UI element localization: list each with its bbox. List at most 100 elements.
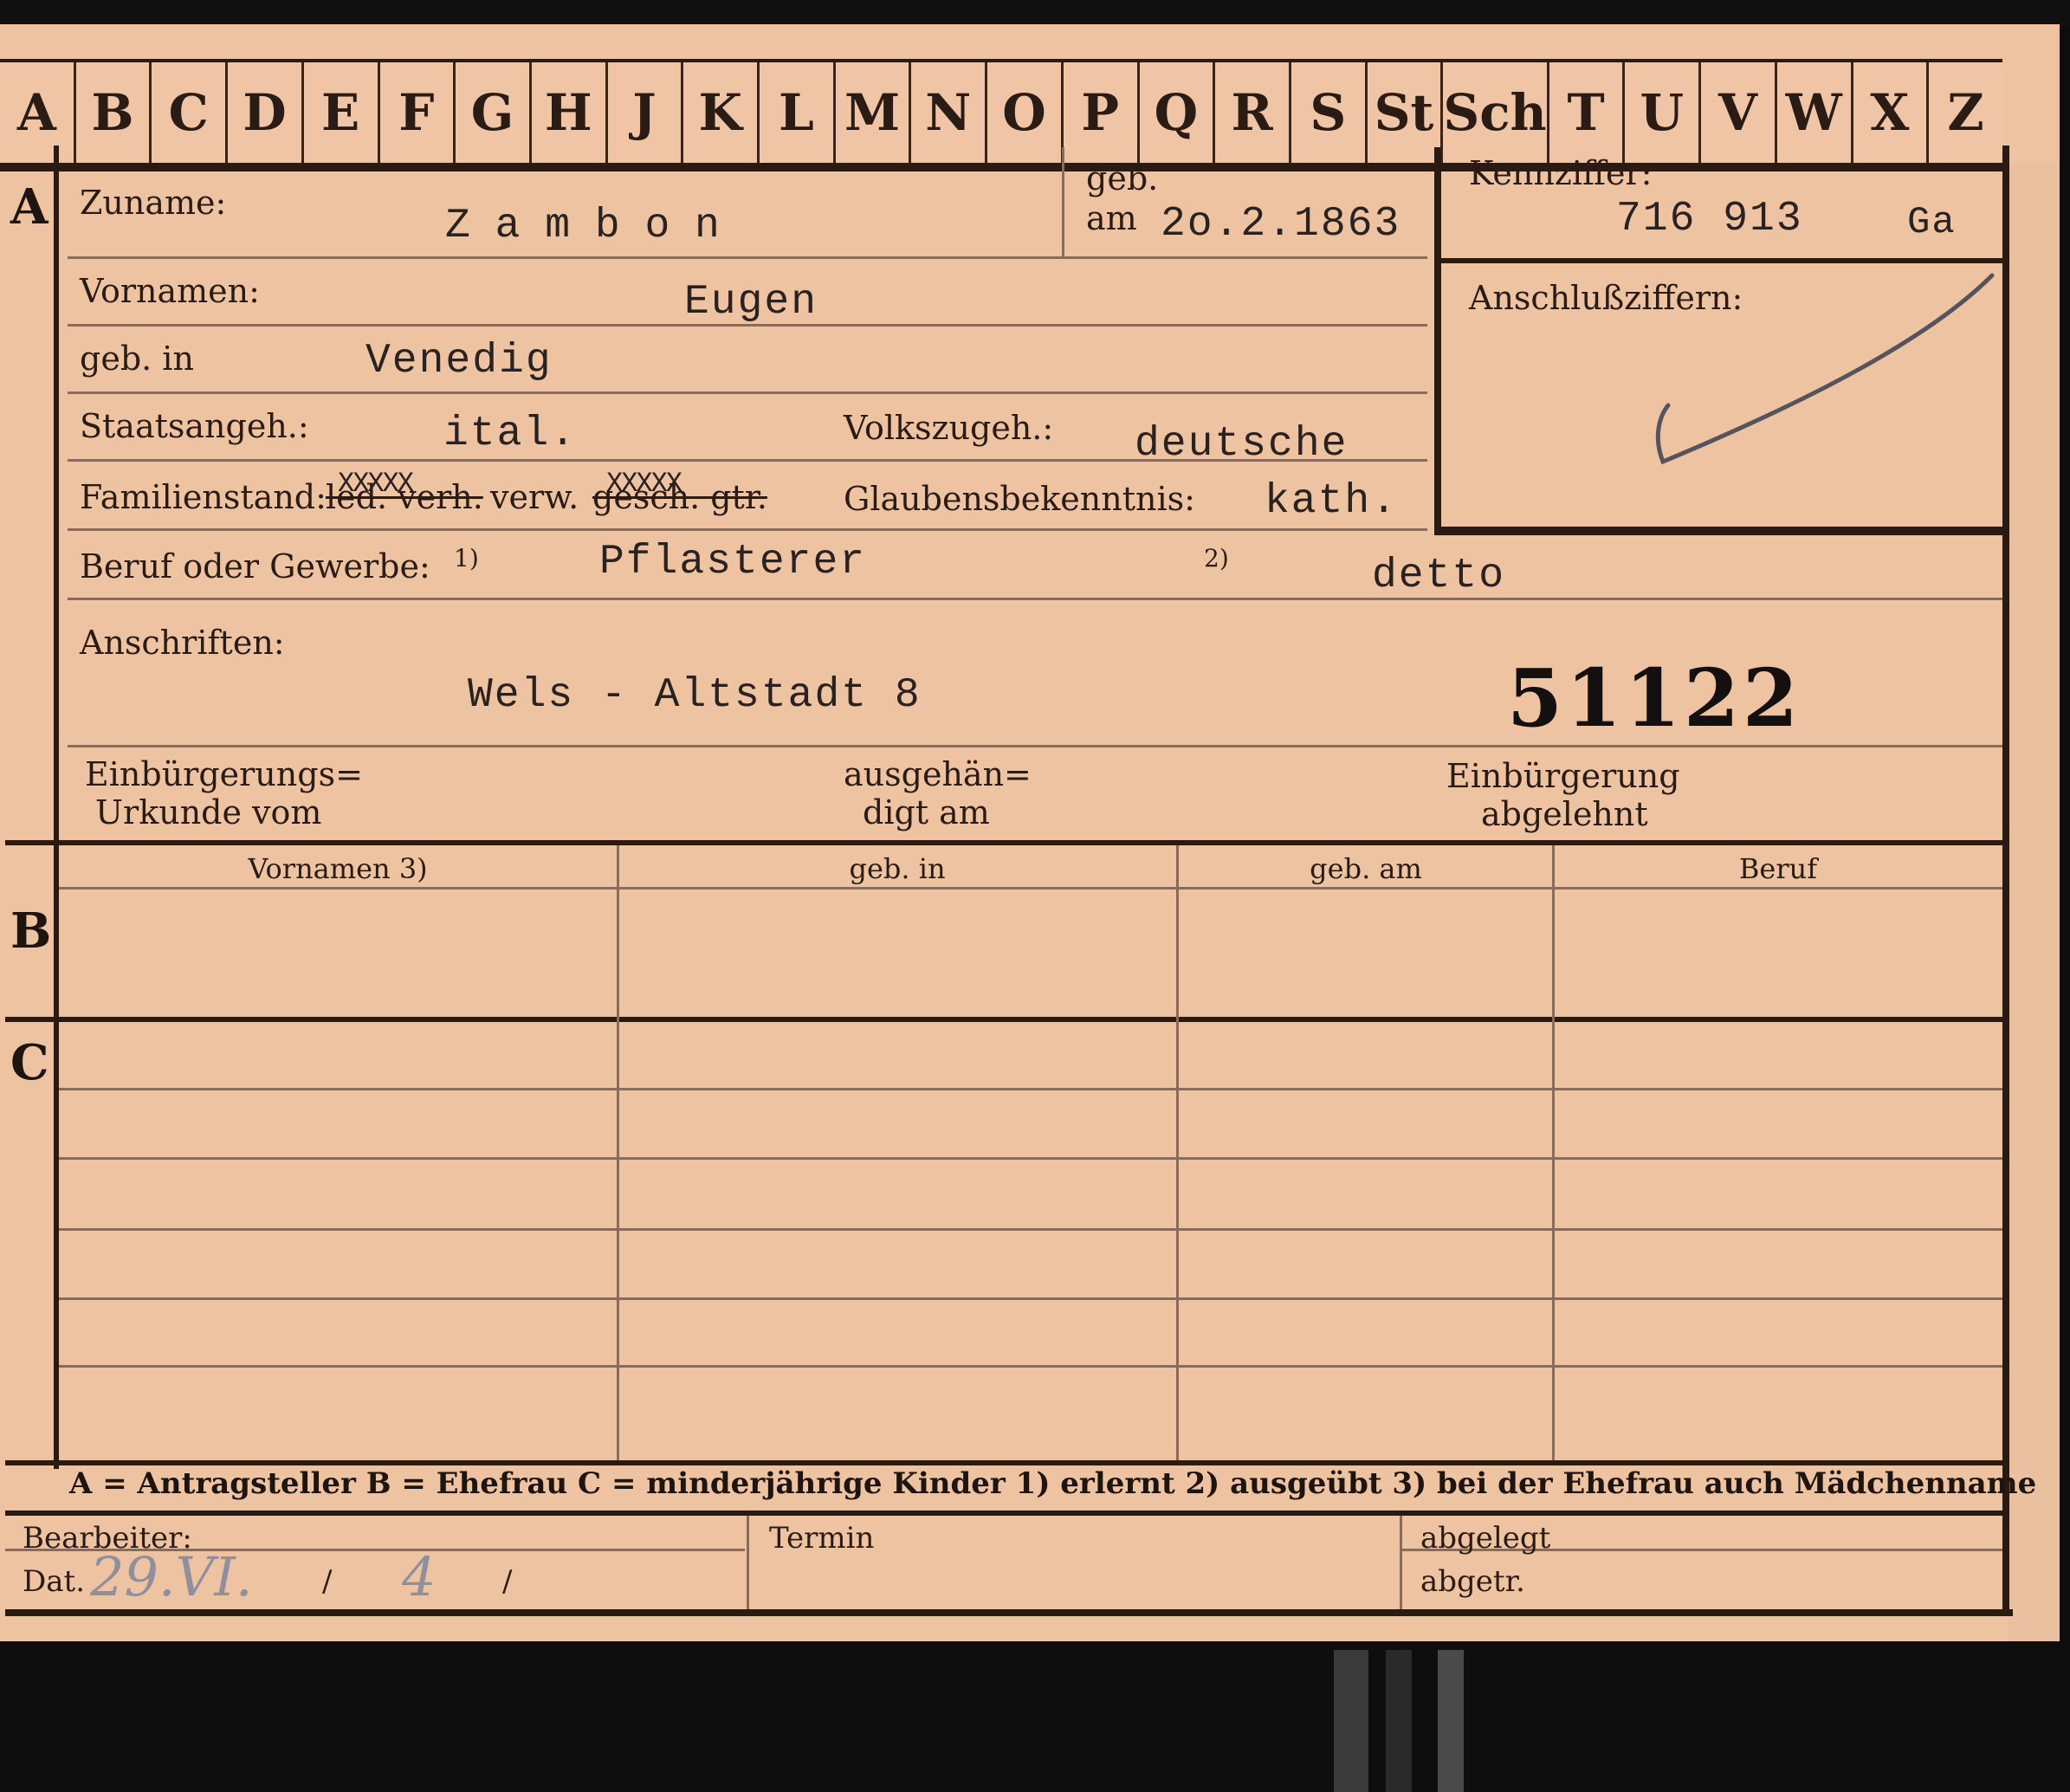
kennziffer-label: Kennziffer: (1469, 154, 1653, 192)
kennziffer-value: 716 913 (1616, 196, 1803, 243)
footer-divider-2 (1400, 1516, 1402, 1609)
index-tab: G (456, 62, 532, 163)
kennziffer-box-divider (1434, 258, 2002, 263)
frame-bottom-line (5, 1609, 2013, 1616)
anschriften-value: Wels - Altstadt 8 (468, 672, 922, 719)
section-c-row-line-3 (59, 1228, 2002, 1231)
column-header-geb-am: geb. am (1310, 852, 1422, 885)
staatsangeh-label: Staatsangeh.: (80, 407, 309, 445)
index-tab: B (76, 62, 152, 163)
glaubens-label: Glaubensbekenntnis: (844, 480, 1195, 518)
index-tab: Sch (1443, 62, 1549, 163)
date-slash-1: / (322, 1564, 333, 1599)
kennziffer-box-left (1434, 147, 1441, 534)
index-tab: A (0, 62, 76, 163)
abgetr-label: abgetr. (1420, 1564, 1525, 1599)
scan-background-bottom (0, 1641, 2070, 1792)
footer-divider-1 (747, 1516, 749, 1609)
ausgehaendigt-line1: ausgehän= (844, 755, 1032, 793)
index-tab: J (608, 62, 684, 163)
einbuergerung-urkunde-line1: Einbürgerungs= (85, 755, 363, 793)
scan-artifact-bar-1 (1334, 1650, 1368, 1792)
anschriften-label: Anschriften: (80, 624, 285, 662)
column-header-vornamen: Vornamen 3) (248, 852, 428, 885)
index-tab: Q (1140, 62, 1216, 163)
geb-divider (1062, 147, 1064, 258)
section-c-top-line (5, 1017, 2008, 1022)
section-b-header-line (59, 887, 2002, 890)
einbuergerung-abgelehnt-line1: Einbürgerung (1446, 757, 1680, 795)
vornamen-value: Eugen (684, 279, 818, 326)
glaubens-value: kath. (1265, 478, 1399, 525)
section-c-row-line-2 (59, 1157, 2002, 1160)
beruf2-value: detto (1372, 553, 1506, 599)
column-header-geb-in: geb. in (849, 852, 946, 885)
section-c-row-line-5 (59, 1365, 2002, 1368)
handwritten-date-year: 4 (402, 1545, 437, 1608)
kennziffer-suffix: Ga (1907, 201, 1957, 244)
index-tab: E (304, 62, 380, 163)
scan-artifact-bar-3 (1438, 1650, 1464, 1792)
index-tab: F (380, 62, 456, 163)
handwritten-date-day: 29.VI. (90, 1545, 253, 1608)
handwritten-check-mark (1655, 273, 1995, 465)
index-tab: Z (1947, 83, 1984, 142)
beruf-label: Beruf oder Gewerbe: (80, 547, 430, 585)
einbuergerung-abgelehnt-line2: abgelehnt (1481, 795, 1648, 833)
einbuergerung-urkunde-line2: Urkunde vom (95, 793, 322, 831)
index-tab: N (911, 62, 988, 163)
index-tab: V (1701, 62, 1777, 163)
volkszugeh-value: deutsche (1135, 421, 1349, 468)
familienstand-label: Familienstand: (80, 478, 327, 516)
row-line-5 (68, 528, 1427, 531)
geb-in-label: geb. in (80, 340, 194, 378)
row-line-1 (68, 256, 1427, 259)
index-tab: K (683, 62, 760, 163)
section-c-marker: C (10, 1034, 49, 1091)
frame-right-line (2002, 146, 2009, 1614)
row-line-7 (68, 745, 2002, 747)
am-label: am (1086, 199, 1137, 237)
column-divider-3 (1552, 845, 1555, 1460)
index-tab: S (1291, 62, 1368, 163)
index-tab: C (152, 62, 229, 163)
footnote-1-marker: 1) (454, 544, 479, 573)
zuname-label: Zuname: (80, 184, 227, 222)
ausgehaendigt-line2: digt am (863, 793, 990, 831)
section-b-marker: B (10, 902, 52, 960)
index-tab: W (1777, 62, 1853, 163)
geb-label: geb. (1086, 159, 1159, 197)
zuname-value: Z a m b o n (445, 203, 720, 249)
termin-label: Termin (769, 1521, 875, 1556)
date-slash-2: / (502, 1564, 513, 1599)
column-header-beruf: Beruf (1738, 852, 1818, 885)
scan-artifact-bar-2 (1386, 1650, 1412, 1792)
section-c-row-line-1 (59, 1088, 2002, 1090)
frame-legend-top (5, 1460, 2008, 1465)
beruf-value: Pflasterer (599, 539, 867, 585)
strike-marks-1: XXXXX (338, 468, 414, 500)
row-line-6 (68, 598, 2002, 600)
index-tab: M (836, 62, 912, 163)
index-tab: O (987, 62, 1064, 163)
scan-background-top (0, 0, 2070, 26)
footnote-2-marker: 2) (1204, 544, 1229, 573)
index-tab: St (1368, 62, 1444, 163)
frame-legend-bottom (5, 1511, 2008, 1516)
familienstand-option-verw: verw. (490, 478, 579, 516)
section-b-top-line (5, 840, 2008, 845)
strike-marks-2: XXXXX (606, 468, 682, 500)
vornamen-label: Vornamen: (80, 272, 260, 310)
index-tab: L (760, 62, 836, 163)
staatsangeh-value: ital. (443, 411, 578, 457)
kennziffer-box-bottom (1434, 527, 2008, 535)
stamp-number: 51122 (1507, 651, 1802, 745)
index-tab: H (532, 62, 608, 163)
column-divider-1 (617, 845, 619, 1460)
index-tab: P (1064, 62, 1140, 163)
section-a-marker: A (10, 178, 49, 236)
alphabet-index-tabs: A B C D E F G H J K L M N O P Q R S St Sch T U V W X Z (0, 59, 2002, 171)
index-tab: D (228, 62, 304, 163)
registration-card: A B C D E F G H J K L M N O P Q R S St Sch T U V W X Z A Kennziff… (0, 24, 2060, 1666)
geb-in-value: Venedig (365, 338, 553, 385)
